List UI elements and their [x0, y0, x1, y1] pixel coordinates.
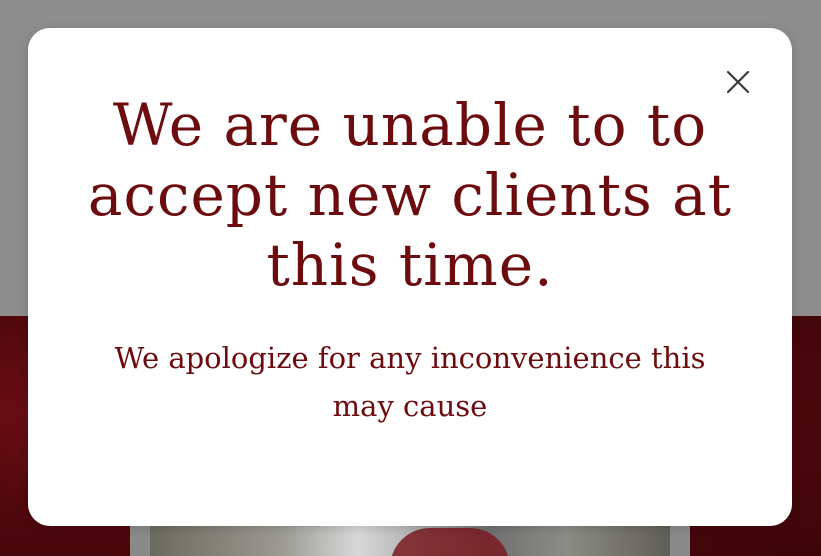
modal-title: We are unable to to accept new clients a…	[87, 91, 733, 299]
modal-message: We apologize for any inconvenience this …	[114, 341, 706, 423]
notice-modal: We are unable to to accept new clients a…	[28, 28, 792, 526]
page: We are unable to to accept new clients a…	[0, 0, 821, 556]
